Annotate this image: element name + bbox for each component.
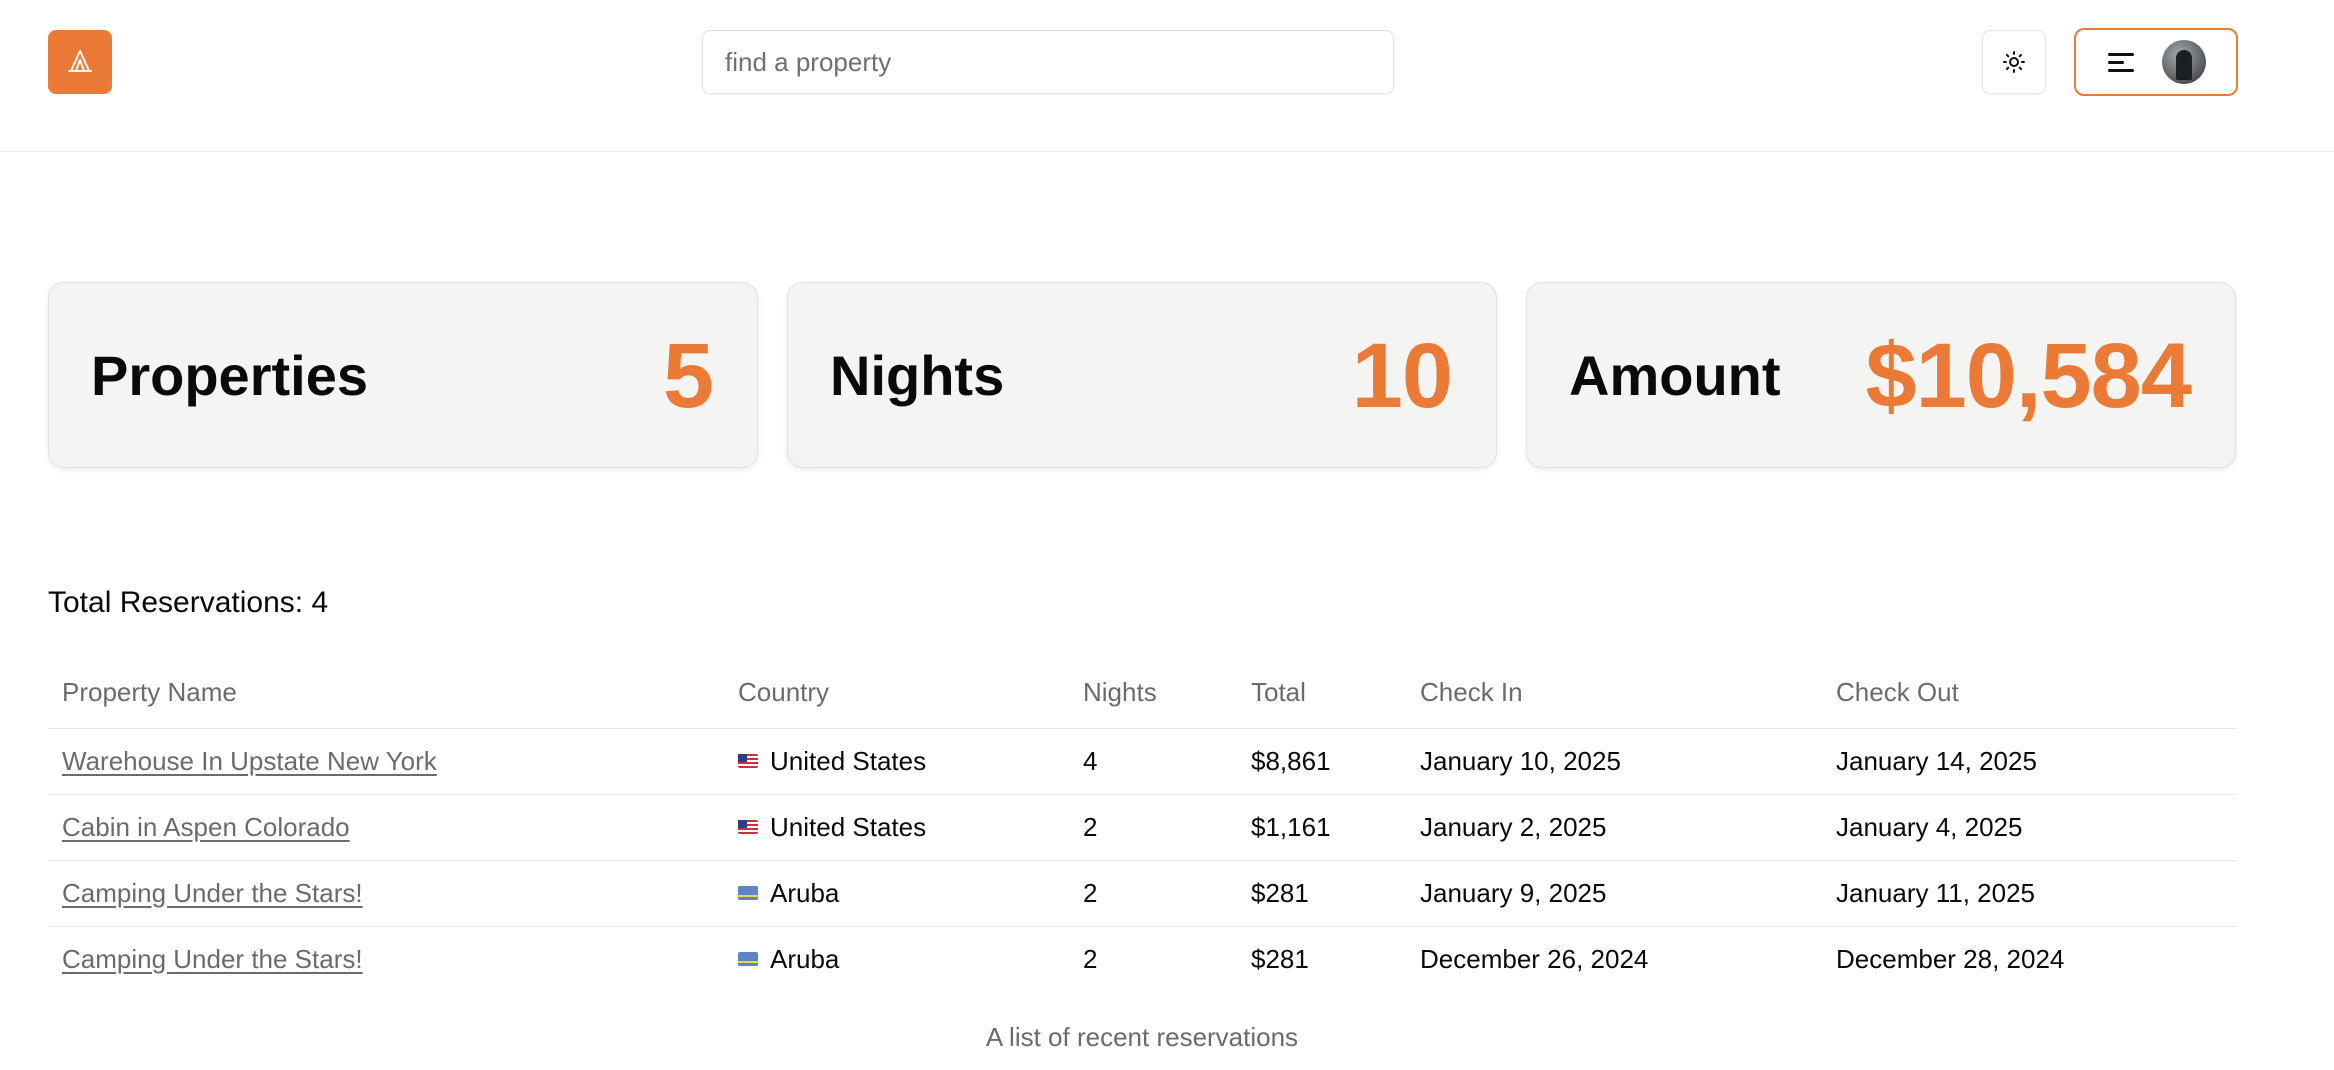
cell-country: Aruba xyxy=(724,926,1069,992)
cell-check-out: January 14, 2025 xyxy=(1822,728,2236,795)
cell-nights: 2 xyxy=(1069,794,1237,861)
stat-card-nights: Nights 10 xyxy=(787,282,1497,468)
cell-country: Aruba xyxy=(724,860,1069,927)
cell-nights: 2 xyxy=(1083,943,1098,974)
cell-check-in: December 26, 2024 xyxy=(1420,943,1649,974)
stat-value: 5 xyxy=(662,325,714,427)
cell-total: $281 xyxy=(1237,860,1406,927)
country-name: Aruba xyxy=(770,877,840,908)
aruba-flag-icon xyxy=(738,951,758,966)
property-link[interactable]: Camping Under the Stars! xyxy=(62,878,363,908)
hamburger-icon xyxy=(2108,52,2134,72)
stat-label: Amount xyxy=(1569,344,1781,407)
stat-value: 10 xyxy=(1351,325,1453,427)
property-link[interactable]: Cabin in Aspen Colorado xyxy=(62,812,350,842)
reservations-table: Property Name Country Nights Total Check… xyxy=(48,658,2236,992)
user-menu-button[interactable] xyxy=(2074,28,2238,96)
property-link[interactable]: Camping Under the Stars! xyxy=(62,944,363,974)
cell-total: $8,861 xyxy=(1237,728,1406,795)
column-header-check-out: Check Out xyxy=(1822,658,2236,729)
cell-check-out: January 11, 2025 xyxy=(1822,860,2236,927)
stat-label: Properties xyxy=(91,344,368,407)
stat-card-properties: Properties 5 xyxy=(48,282,758,468)
table-header-row: Property Name Country Nights Total Check… xyxy=(48,658,2236,729)
us-flag-icon xyxy=(738,819,758,834)
cell-property: Warehouse In Upstate New York xyxy=(48,728,724,795)
country-name: Aruba xyxy=(770,943,840,974)
cell-property: Cabin in Aspen Colorado xyxy=(48,794,724,861)
cell-check-in: January 10, 2025 xyxy=(1406,728,1822,795)
cell-check-out: January 4, 2025 xyxy=(1822,794,2236,861)
column-header-nights: Nights xyxy=(1069,658,1237,729)
cell-country: United States xyxy=(724,794,1069,861)
search-input[interactable] xyxy=(702,30,1394,94)
cell-check-out: December 28, 2024 xyxy=(1836,943,2065,974)
stat-value: $10,584 xyxy=(1865,325,2192,427)
cell-total: $281 xyxy=(1251,943,1309,974)
country-name: United States xyxy=(770,745,927,776)
cell-check-in: January 9, 2025 xyxy=(1406,860,1822,927)
column-header-country: Country xyxy=(724,658,1069,729)
home-logo[interactable] xyxy=(48,30,112,94)
avatar xyxy=(2162,40,2206,84)
table-row: Camping Under the Stars! Aruba 2 $281 Ja… xyxy=(48,860,2236,927)
stat-label: Nights xyxy=(830,344,1005,407)
table-caption: A list of recent reservations xyxy=(985,1022,1299,1052)
stat-card-amount: Amount $10,584 xyxy=(1526,282,2236,468)
table-row: Camping Under the Stars! Aruba 2 $281 De… xyxy=(48,926,2236,992)
column-header-check-in: Check In xyxy=(1406,658,1822,729)
column-header-total: Total xyxy=(1237,658,1406,729)
cell-nights: 4 xyxy=(1069,728,1237,795)
cell-property: Camping Under the Stars! xyxy=(48,860,724,927)
theme-toggle-button[interactable] xyxy=(1982,30,2046,94)
tent-icon xyxy=(68,50,92,72)
us-flag-icon xyxy=(738,753,758,768)
table-row: Warehouse In Upstate New York United Sta… xyxy=(48,728,2236,795)
top-navbar xyxy=(0,0,2334,152)
aruba-flag-icon xyxy=(738,885,758,900)
cell-check-in: January 2, 2025 xyxy=(1406,794,1822,861)
cell-property: Camping Under the Stars! xyxy=(48,926,724,992)
country-name: United States xyxy=(770,811,927,842)
property-link[interactable]: Warehouse In Upstate New York xyxy=(62,746,437,776)
cell-country: United States xyxy=(724,728,1069,795)
total-reservations: Total Reservations: 4 xyxy=(48,586,329,619)
column-header-property: Property Name xyxy=(48,658,724,729)
sun-icon xyxy=(2003,51,2025,73)
table-row: Cabin in Aspen Colorado United States 2 … xyxy=(48,794,2236,861)
cell-total: $1,161 xyxy=(1237,794,1406,861)
cell-nights: 2 xyxy=(1069,860,1237,927)
